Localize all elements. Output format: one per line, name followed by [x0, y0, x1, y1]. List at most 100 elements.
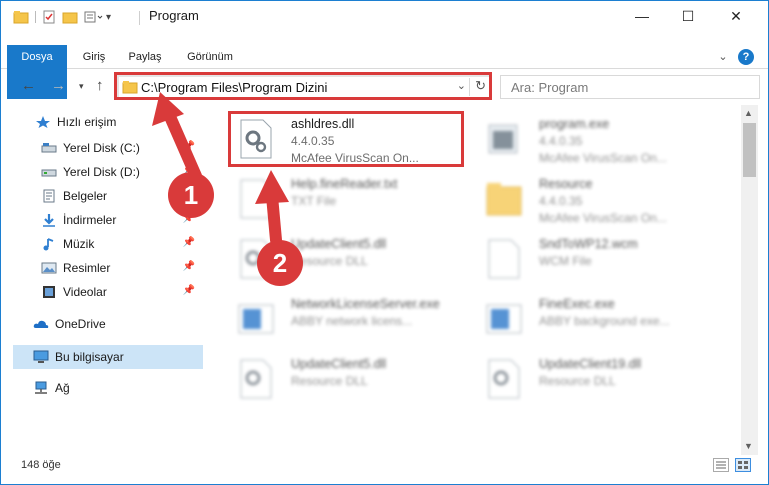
search-input[interactable]: Ara: Program [511, 80, 588, 95]
maximize-button[interactable]: ☐ [665, 1, 711, 31]
list-item[interactable]: UpdateClient5.dll Resource DLL [229, 231, 469, 285]
dll-file-icon [488, 359, 520, 399]
details-view-icon[interactable] [713, 458, 729, 472]
sidebar-item-drive-d[interactable]: Yerel Disk (D:) 📌 [41, 161, 201, 183]
refresh-icon[interactable]: ↻ [475, 78, 486, 94]
pin-icon: 📌 [182, 213, 195, 224]
file-name: ashldres.dll [291, 117, 355, 131]
up-arrow-icon[interactable]: ↑ [96, 77, 104, 94]
tab-share[interactable]: Paylaş [123, 45, 167, 69]
scroll-up-icon[interactable]: ▲ [744, 108, 753, 118]
sidebar-item-drive-c[interactable]: Yerel Disk (C:) 📌 [41, 137, 201, 159]
customize-toolbar-icon[interactable] [84, 10, 104, 24]
drive-icon [41, 141, 57, 155]
sidebar-item-quick-access[interactable]: Hızlı erişim [35, 111, 235, 133]
forward-arrow-icon[interactable]: → [51, 77, 66, 94]
folder-icon [486, 183, 522, 216]
scroll-thumb[interactable] [743, 123, 756, 177]
close-button[interactable]: ✕ [713, 1, 759, 31]
sidebar-item-onedrive[interactable]: OneDrive [33, 313, 201, 335]
file-name: UpdateClient5.dll [291, 237, 387, 251]
file-version: 4.4.0.35 [539, 134, 583, 148]
tab-home[interactable]: Giriş [77, 45, 111, 69]
downloads-icon [41, 213, 57, 227]
list-item[interactable]: FineExec.exe ABBY background exe... [477, 291, 717, 345]
ribbon-tabs: Dosya Giriş Paylaş Görünüm ⌄ ? [1, 45, 768, 99]
exe-file-icon [238, 304, 274, 334]
sidebar-item-music[interactable]: Müzik 📌 [41, 233, 201, 255]
sidebar-item-label: Yerel Disk (D:) [63, 165, 140, 179]
minimize-button[interactable]: — [619, 1, 665, 31]
sidebar-item-documents[interactable]: Belgeler 📌 [41, 185, 201, 207]
window-title: Program [149, 8, 199, 23]
address-path[interactable]: C:\Program Files\Program Dizini [141, 80, 327, 95]
sidebar-item-label: İndirmeler [63, 213, 117, 227]
pin-icon: 📌 [182, 189, 195, 200]
sidebar-item-videos[interactable]: Videolar 📌 [41, 281, 201, 303]
list-item[interactable]: NetworkLicenseServer.exe ABBY network li… [229, 291, 469, 345]
tab-view[interactable]: Görünüm [179, 45, 241, 69]
help-icon[interactable]: ? [738, 49, 754, 65]
recent-locations-icon[interactable]: ▾ [79, 81, 84, 92]
pictures-icon [41, 261, 57, 275]
large-icons-view-icon[interactable] [735, 458, 751, 472]
sidebar-item-network[interactable]: Ağ [33, 377, 201, 399]
sidebar-item-label: Ağ [55, 381, 70, 395]
vertical-scrollbar[interactable]: ▲ ▼ [741, 105, 758, 455]
videos-icon [41, 285, 57, 299]
pin-icon: 📌 [182, 165, 195, 176]
pin-icon: 📌 [182, 237, 195, 248]
item-count: 148 öğe [21, 459, 61, 471]
address-dropdown-icon[interactable]: ⌄ [457, 79, 466, 92]
pin-icon: 📌 [182, 141, 195, 152]
file-type: TXT File [291, 194, 337, 208]
sidebar-item-this-pc[interactable]: Bu bilgisayar [13, 345, 203, 369]
file-name: Resource [539, 177, 593, 191]
pin-icon: 📌 [182, 285, 195, 296]
navigation-pane: Hızlı erişim Yerel Disk (C:) 📌 Yerel Dis… [1, 105, 206, 455]
sidebar-item-pictures[interactable]: Resimler 📌 [41, 257, 201, 279]
file-description: McAfee VirusScan On... [539, 211, 667, 225]
sidebar-item-label: Müzik [63, 237, 95, 251]
exe-file-icon [488, 124, 518, 154]
search-box[interactable]: Ara: Program [500, 75, 760, 99]
address-bar[interactable]: C:\Program Files\Program Dizini ⌄ ↻ [117, 75, 492, 99]
ribbon-expand-icon[interactable]: ⌄ [715, 45, 731, 69]
dll-file-icon [240, 239, 272, 279]
drive-icon [41, 165, 57, 179]
documents-icon [41, 189, 57, 203]
file-description: McAfee VirusScan On... [539, 151, 667, 165]
properties-icon[interactable] [42, 10, 56, 24]
file-type: Resource DLL [539, 374, 616, 388]
file-type: Resource DLL [291, 374, 368, 388]
file-version: 4.4.0.35 [539, 194, 583, 208]
back-arrow-icon[interactable]: ← [21, 77, 36, 94]
sidebar-item-downloads[interactable]: İndirmeler 📌 [41, 209, 201, 231]
new-folder-icon[interactable] [62, 10, 78, 24]
sidebar-item-label: Bu bilgisayar [55, 350, 124, 364]
qa-dropdown-icon[interactable]: ▾ [106, 12, 111, 23]
address-separator [469, 78, 470, 96]
file-name: Help.fineReader.txt [291, 177, 398, 191]
file-name: SndToWP12.wcm [539, 237, 638, 251]
star-icon [35, 115, 51, 129]
file-name: NetworkLicenseServer.exe [291, 297, 440, 311]
sidebar-item-label: Belgeler [63, 189, 108, 203]
list-item[interactable]: UpdateClient5.dll Resource DLL [229, 351, 469, 405]
sidebar-item-label: Videolar [63, 285, 107, 299]
text-file-icon [488, 239, 520, 279]
list-item[interactable]: SndToWP12.wcm WCM File [477, 231, 717, 285]
list-item[interactable]: UpdateClient19.dll Resource DLL [477, 351, 717, 405]
scroll-down-icon[interactable]: ▼ [744, 441, 753, 451]
list-item[interactable]: ashldres.dll 4.4.0.35 McAfee VirusScan O… [229, 111, 469, 165]
list-item[interactable]: program.exe 4.4.0.35 McAfee VirusScan On… [477, 111, 717, 165]
file-description: McAfee VirusScan On... [291, 151, 419, 165]
folder-icon[interactable] [13, 10, 29, 24]
pin-icon: 📌 [182, 261, 195, 272]
list-item[interactable]: Help.fineReader.txt TXT File [229, 171, 469, 225]
file-name: UpdateClient19.dll [539, 357, 642, 371]
text-file-icon [240, 179, 272, 219]
sidebar-item-label: Hızlı erişim [57, 115, 117, 129]
status-bar: 148 öğe [1, 455, 768, 477]
list-item[interactable]: Resource 4.4.0.35 McAfee VirusScan On... [477, 171, 717, 225]
